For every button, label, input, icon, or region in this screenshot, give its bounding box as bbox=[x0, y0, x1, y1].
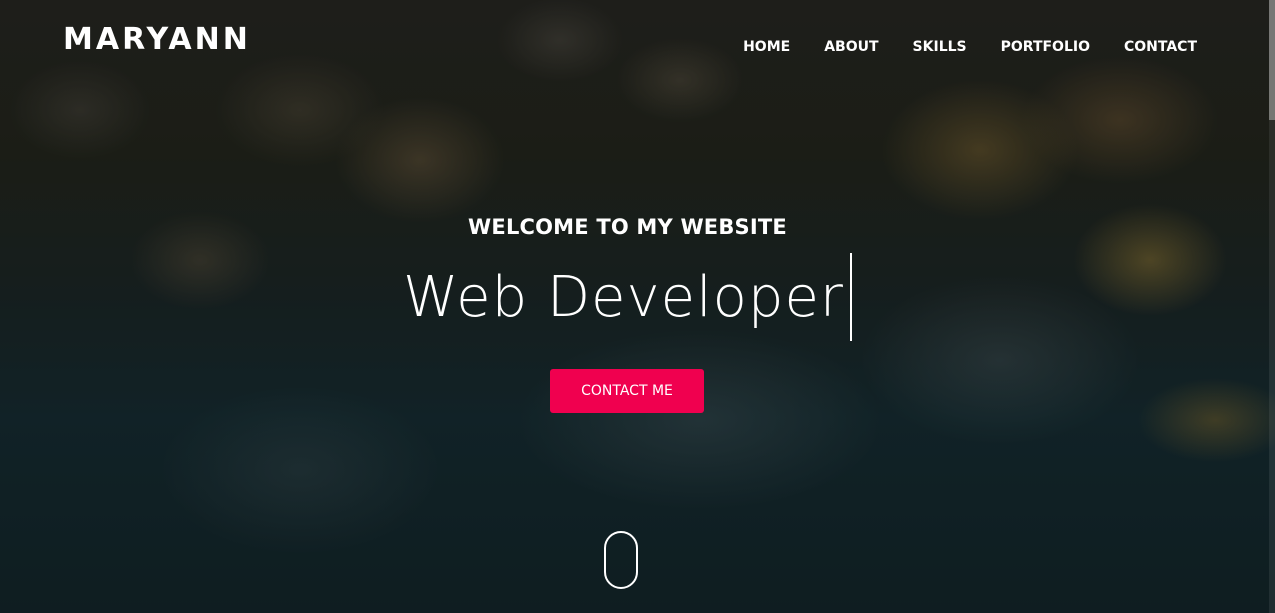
nav-link-about[interactable]: ABOUT bbox=[824, 37, 878, 57]
nav-link-home[interactable]: HOME bbox=[743, 37, 790, 57]
nav-item-skills: SKILLS bbox=[913, 36, 967, 57]
hero-section: WELCOME TO MY WEBSITE Web Developer bbox=[0, 215, 1255, 343]
nav-link-contact[interactable]: CONTACT bbox=[1124, 37, 1197, 57]
nav-item-portfolio: PORTFOLIO bbox=[1001, 36, 1090, 57]
navbar: MARYANN HOME ABOUT SKILLS PORTFOLIO CONT… bbox=[0, 0, 1275, 90]
nav-item-home: HOME bbox=[743, 36, 790, 57]
typed-cursor bbox=[849, 253, 852, 341]
contact-me-button[interactable]: CONTACT ME bbox=[550, 369, 704, 413]
nav-menu: HOME ABOUT SKILLS PORTFOLIO CONTACT bbox=[743, 36, 1197, 57]
hero-title-row: Web Developer bbox=[0, 251, 1255, 343]
nav-link-skills[interactable]: SKILLS bbox=[913, 37, 967, 57]
scrollbar-thumb[interactable] bbox=[1269, 0, 1275, 120]
page-scrollbar[interactable] bbox=[1269, 0, 1275, 613]
hero-subtitle: WELCOME TO MY WEBSITE bbox=[468, 215, 787, 239]
page: MARYANN HOME ABOUT SKILLS PORTFOLIO CONT… bbox=[0, 0, 1275, 613]
nav-item-about: ABOUT bbox=[824, 36, 878, 57]
site-logo[interactable]: MARYANN bbox=[63, 22, 251, 57]
nav-item-contact: CONTACT bbox=[1124, 36, 1197, 57]
hero-typed-title: Web Developer bbox=[403, 264, 844, 330]
mouse-scroll-icon[interactable] bbox=[604, 531, 638, 589]
nav-link-portfolio[interactable]: PORTFOLIO bbox=[1001, 37, 1090, 57]
